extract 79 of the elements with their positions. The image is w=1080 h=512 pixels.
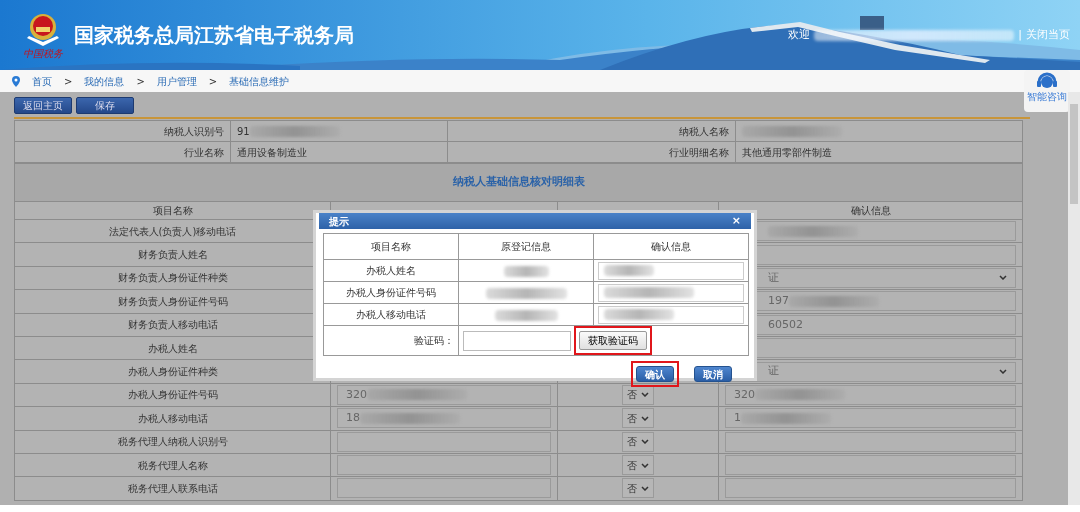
- input-field[interactable]: [725, 478, 1016, 499]
- input-field[interactable]: [598, 283, 744, 302]
- table-title: 纳税人基础信息核对明细表: [452, 175, 585, 189]
- row-label: 办税人移动电话: [137, 412, 208, 424]
- input-field[interactable]: [725, 431, 1016, 452]
- chevron-down-icon: [641, 415, 649, 421]
- column-header: 项目名称: [152, 205, 193, 216]
- blurred-text: [604, 265, 654, 276]
- input-field[interactable]: [725, 455, 1016, 476]
- field-label: 行业明细名称: [669, 146, 729, 158]
- dialog-button[interactable]: 取消: [694, 366, 732, 382]
- row-label: 办税人身份证件种类: [127, 366, 218, 378]
- get-code-button[interactable]: 获取验证码: [578, 331, 647, 350]
- input-field[interactable]: [598, 261, 744, 280]
- blurred-text: [494, 309, 558, 321]
- breadcrumb-link[interactable]: 用户管理: [156, 73, 197, 89]
- chevron-down-icon: [999, 369, 1007, 375]
- separator-text: |: [1018, 26, 1022, 43]
- logo-caption: 中国税务: [23, 48, 63, 59]
- breadcrumb-link[interactable]: 基础信息维护: [229, 73, 290, 89]
- toolbar-button[interactable]: 返回主页: [14, 97, 72, 114]
- blurred-text: [503, 265, 549, 277]
- dialog-title: 提示: [329, 214, 349, 229]
- field-label: 行业名称: [184, 146, 224, 158]
- row-label: 财务负责人移动电话: [127, 319, 218, 331]
- row-label: 财务负责人姓名: [137, 249, 208, 261]
- input-field[interactable]: [598, 305, 744, 324]
- breadcrumb-link[interactable]: 首页: [32, 73, 52, 89]
- toolbar-button[interactable]: 保存: [76, 97, 134, 114]
- breadcrumb-separator: >: [208, 74, 218, 89]
- input-field[interactable]: [337, 478, 551, 499]
- select-field[interactable]: 否: [622, 384, 654, 405]
- select-field[interactable]: 否: [622, 431, 654, 452]
- input-field[interactable]: [337, 455, 551, 476]
- chevron-down-icon: [641, 439, 649, 445]
- site-title: 国家税务总局江苏省电子税务局: [74, 22, 354, 49]
- column-header: 确认信息: [651, 241, 691, 252]
- row-label: 办税人姓名: [147, 342, 198, 354]
- chevron-down-icon: [999, 275, 1007, 281]
- row-label: 办税人姓名: [366, 265, 416, 276]
- dialog-button[interactable]: 确认: [636, 366, 674, 382]
- field-label: 纳税人名称: [679, 125, 729, 137]
- input-field[interactable]: [337, 431, 551, 452]
- field-label: 纳税人识别号: [164, 125, 224, 137]
- select-field[interactable]: 否: [622, 478, 654, 499]
- close-button[interactable]: ×: [731, 212, 741, 230]
- captcha-label: 验证码：: [414, 335, 454, 346]
- breadcrumb-separator: >: [64, 74, 73, 89]
- column-header: 原登记信息: [501, 241, 551, 252]
- scrollbar[interactable]: [1068, 92, 1080, 505]
- select-field[interactable]: 否: [622, 455, 654, 476]
- row-label: 税务代理人联系电话: [127, 483, 218, 494]
- input-field[interactable]: 320: [337, 384, 551, 405]
- row-label: 财务负责人身份证件号码: [117, 295, 228, 307]
- row-label: 财务负责人身份证件种类: [117, 272, 228, 284]
- row-label: 办税人移动电话: [356, 309, 426, 320]
- select-field[interactable]: 否: [622, 408, 654, 429]
- chevron-down-icon: [641, 392, 649, 398]
- row-label: 法定代表人(负责人)移动电话: [108, 225, 237, 237]
- blurred-text: [604, 309, 674, 320]
- row-label: 税务代理人名称: [137, 459, 208, 471]
- breadcrumb-separator: >: [136, 74, 145, 89]
- row-label: 办税人身份证件号码: [127, 389, 218, 401]
- field-value: 91: [237, 125, 250, 137]
- input-field[interactable]: 1: [725, 408, 1016, 429]
- column-header: 项目名称: [371, 241, 411, 252]
- field-value: 通用设备制造业: [237, 146, 307, 158]
- location-pin-icon: [12, 75, 20, 87]
- row-label: 税务代理人纳税人识别号: [117, 436, 228, 448]
- input-field[interactable]: 18: [337, 408, 551, 429]
- chevron-down-icon: [641, 486, 649, 491]
- chevron-down-icon: [641, 462, 649, 468]
- row-label: 办税人身份证件号码: [346, 287, 436, 298]
- input-field[interactable]: 320: [725, 384, 1016, 405]
- breadcrumb-link[interactable]: 我的信息: [84, 73, 125, 89]
- welcome-text: 欢迎: [788, 26, 811, 43]
- captcha-field[interactable]: [463, 330, 571, 351]
- column-header: 确认信息: [850, 205, 891, 216]
- field-value: 其他通用零部件制造: [742, 146, 832, 158]
